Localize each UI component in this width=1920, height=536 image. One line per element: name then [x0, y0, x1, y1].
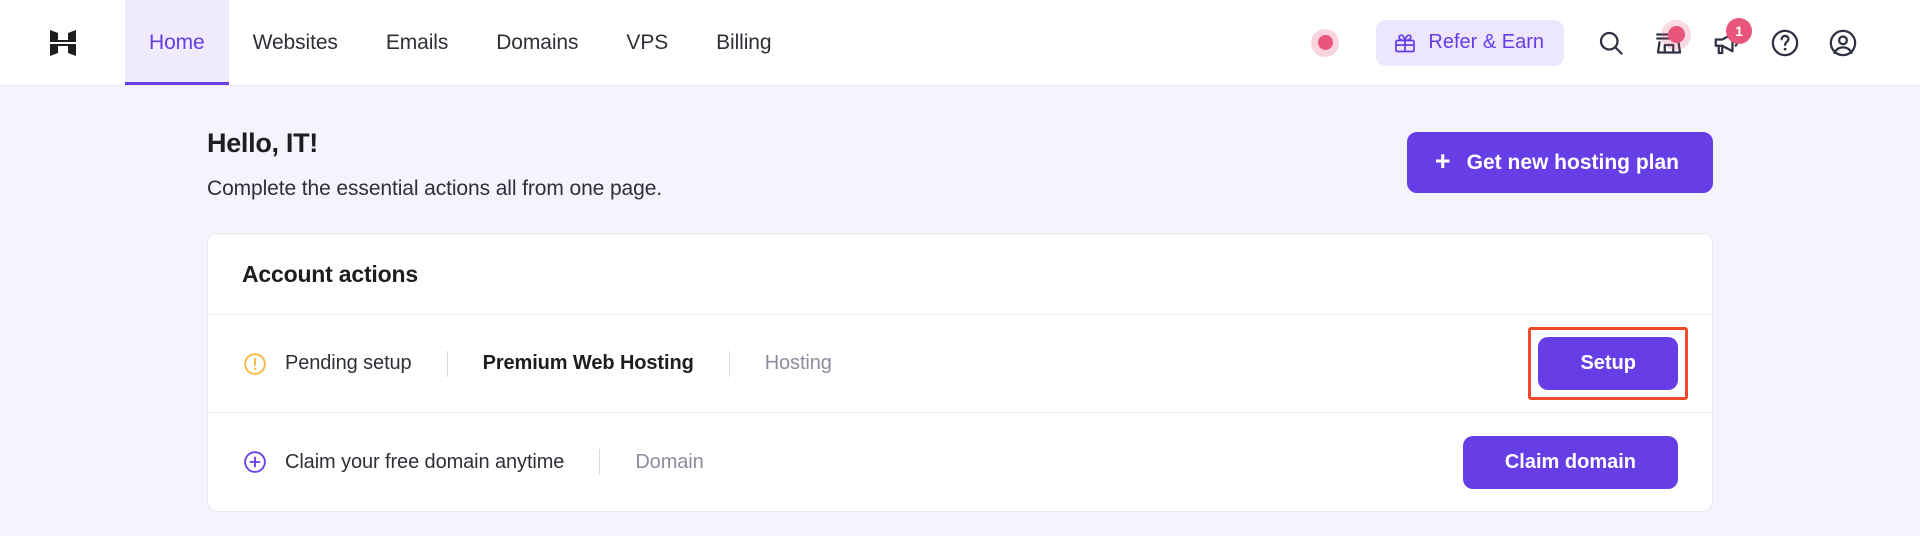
main-content: Hello, IT! Complete the essential action…: [0, 86, 1920, 512]
row-action-wrap: Claim domain: [1462, 435, 1678, 489]
row-category-label: Hosting: [764, 352, 832, 374]
get-new-hosting-plan-button[interactable]: + Get new hosting plan: [1406, 132, 1713, 193]
setup-button[interactable]: Setup: [1538, 337, 1678, 390]
row-info: Pending setup Premium Web Hosting Hostin…: [242, 350, 1538, 377]
refer-and-earn-button[interactable]: Refer & Earn: [1376, 19, 1564, 66]
header-actions: Refer & Earn 1: [1308, 0, 1920, 85]
search-button[interactable]: [1582, 14, 1640, 72]
nav-item-label: Websites: [252, 30, 338, 54]
announcements-badge-count: 1: [1726, 17, 1752, 44]
get-new-hosting-plan-label: Get new hosting plan: [1466, 150, 1679, 174]
gift-icon: [1395, 33, 1416, 52]
card-title: Account actions: [208, 234, 1712, 315]
store-badge-dot: [1661, 19, 1691, 50]
nav-item-billing[interactable]: Billing: [692, 0, 795, 85]
row-action-wrap: Setup: [1528, 327, 1688, 400]
account-button[interactable]: [1814, 14, 1872, 72]
row-category-label: Domain: [635, 450, 704, 473]
page-header: Hello, IT! Complete the essential action…: [207, 86, 1920, 201]
main-nav: Home Websites Emails Domains VPS Billing: [125, 0, 795, 85]
row-divider: [446, 350, 448, 377]
claim-domain-button-label: Claim domain: [1504, 450, 1636, 473]
app-header: Home Websites Emails Domains VPS Billing: [0, 0, 1920, 86]
table-row: Pending setup Premium Web Hosting Hostin…: [208, 315, 1712, 413]
setup-button-label: Setup: [1580, 352, 1636, 374]
hostinger-logo[interactable]: [0, 0, 125, 85]
table-row: Claim your free domain anytime Domain Cl…: [208, 413, 1712, 511]
store-button[interactable]: [1640, 14, 1698, 72]
account-avatar-icon: [1829, 29, 1857, 56]
plus-circle-icon: [244, 451, 266, 473]
recording-dot-core: [1317, 35, 1333, 50]
help-circle-icon: [1771, 29, 1799, 56]
nav-item-websites[interactable]: Websites: [229, 0, 362, 85]
page-title-block: Hello, IT! Complete the essential action…: [207, 128, 1407, 201]
warning-circle-icon: [244, 352, 266, 375]
announcements-button[interactable]: 1: [1698, 14, 1756, 72]
nav-item-label: Emails: [385, 30, 449, 54]
page-title: Hello, IT!: [207, 128, 318, 158]
nav-item-emails[interactable]: Emails: [362, 0, 472, 85]
hostinger-logo-icon: [49, 29, 76, 56]
row-info: Claim your free domain anytime Domain: [242, 449, 1463, 475]
nav-item-label: VPS: [626, 30, 669, 54]
row-status-label: Pending setup: [285, 352, 412, 374]
row-divider: [599, 449, 601, 475]
account-actions-card: Account actions Pending setup Premium We…: [207, 233, 1713, 512]
search-icon: [1599, 31, 1623, 55]
plus-icon: +: [1434, 146, 1451, 176]
help-button[interactable]: [1756, 14, 1814, 72]
recording-dot-icon: [1308, 26, 1342, 60]
nav-item-domains[interactable]: Domains: [472, 0, 602, 85]
nav-item-vps[interactable]: VPS: [602, 0, 692, 85]
nav-item-label: Home: [149, 30, 205, 54]
nav-item-label: Billing: [716, 30, 772, 54]
row-divider: [728, 350, 730, 377]
refer-and-earn-label: Refer & Earn: [1428, 31, 1544, 53]
claim-domain-button[interactable]: Claim domain: [1462, 435, 1678, 489]
page-subtitle: Complete the essential actions all from …: [207, 177, 663, 200]
nav-item-home[interactable]: Home: [125, 0, 229, 85]
nav-item-label: Domains: [496, 30, 579, 54]
row-status-label: Claim your free domain anytime: [285, 450, 565, 473]
row-product-name: Premium Web Hosting: [482, 352, 694, 374]
